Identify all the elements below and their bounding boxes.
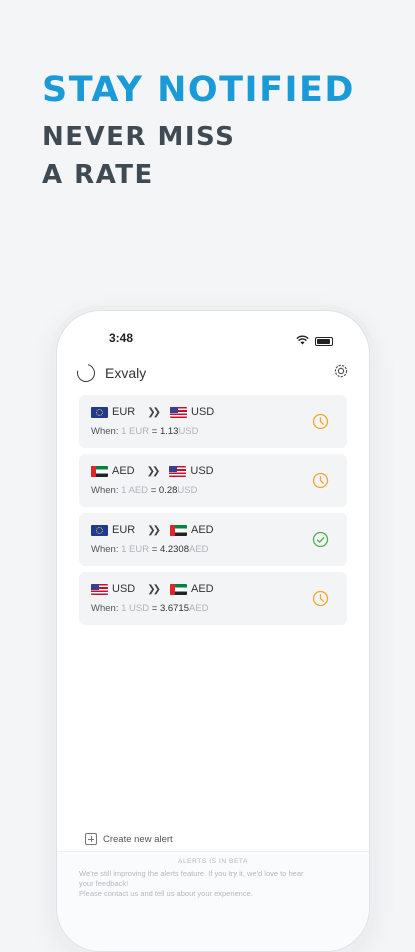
uae-flag-icon <box>91 465 108 477</box>
settings-gear-icon[interactable] <box>333 363 349 384</box>
to-currency: AED <box>191 583 214 595</box>
status-time: 3:48 <box>109 331 134 345</box>
double-chevron-right-icon: ❯❯ <box>147 583 161 595</box>
eu-flag-icon <box>91 524 108 536</box>
battery-icon <box>315 336 333 346</box>
equals-sign: = <box>151 603 158 614</box>
app-name: Exvaly <box>105 365 147 381</box>
alert-card[interactable]: EUR ❯❯ AED When: 1 EUR = 4.2308AED <box>79 513 347 566</box>
plus-icon <box>85 833 97 845</box>
double-chevron-right-icon: ❯❯ <box>146 465 161 477</box>
alert-card[interactable]: EUR ❯❯ USD When: 1 EUR = 1.13USD <box>79 395 347 448</box>
create-alert-label: Create new alert <box>103 833 173 845</box>
base-amount: 1 EUR <box>121 544 150 555</box>
us-flag-icon <box>91 583 108 595</box>
target-rate: 3.6715 <box>159 603 189 614</box>
us-flag-icon <box>170 406 187 418</box>
create-alert-button[interactable]: Create new alert <box>85 833 173 845</box>
phone-frame: 3:48 Exvaly EUR ❯❯ USD When: 1 EUR = 1.1… <box>56 310 370 952</box>
to-currency: AED <box>191 524 214 536</box>
alert-card[interactable]: USD ❯❯ AED When: 1 USD = 3.6715AED <box>79 572 347 625</box>
app-logo-icon <box>73 360 99 386</box>
alert-condition: When: 1 EUR = 4.2308AED <box>91 544 209 555</box>
app-header: Exvaly <box>73 360 349 386</box>
from-currency: EUR <box>112 406 136 418</box>
wifi-icon <box>296 332 309 350</box>
hero-subtitle-line2: A RATE <box>42 160 154 190</box>
equals-sign: = <box>151 426 158 437</box>
when-label: When: <box>91 603 119 614</box>
from-currency: EUR <box>112 524 136 536</box>
beta-line: your feedback! <box>79 879 129 888</box>
currency-pair: AED ❯❯ USD <box>91 465 214 477</box>
target-rate: 0.28 <box>158 485 178 496</box>
beta-line: We're still improving the alerts feature… <box>79 869 304 878</box>
quote-currency: AED <box>189 603 209 614</box>
uae-flag-icon <box>170 583 187 595</box>
status-icons <box>296 332 333 350</box>
alert-condition: When: 1 EUR = 1.13USD <box>91 426 199 437</box>
pending-clock-icon <box>312 590 329 612</box>
target-rate: 1.13 <box>159 426 179 437</box>
quote-currency: USD <box>177 485 198 496</box>
base-amount: 1 USD <box>121 603 150 614</box>
phone-side-button <box>51 460 54 500</box>
alert-condition: When: 1 USD = 3.6715AED <box>91 603 209 614</box>
equals-sign: = <box>151 544 158 555</box>
from-currency: USD <box>112 583 136 595</box>
when-label: When: <box>91 485 119 496</box>
currency-pair: EUR ❯❯ AED <box>91 524 214 536</box>
beta-contact-link[interactable]: Please contact us and tell us about your… <box>79 889 351 899</box>
quote-currency: USD <box>178 426 199 437</box>
uae-flag-icon <box>170 524 187 536</box>
to-currency: USD <box>191 406 215 418</box>
beta-body: We're still improving the alerts feature… <box>79 869 351 899</box>
currency-pair: EUR ❯❯ USD <box>91 406 214 418</box>
base-amount: 1 AED <box>121 485 149 496</box>
double-chevron-right-icon: ❯❯ <box>147 406 161 418</box>
target-rate: 4.2308 <box>159 544 189 555</box>
eu-flag-icon <box>91 406 108 418</box>
alert-card[interactable]: AED ❯❯ USD When: 1 AED = 0.28USD <box>79 454 347 507</box>
beta-notice: ALERTS IS IN BETA We're still improving … <box>57 851 369 951</box>
quote-currency: AED <box>189 544 209 555</box>
equals-sign: = <box>150 485 157 496</box>
base-amount: 1 EUR <box>121 426 150 437</box>
us-flag-icon <box>169 465 187 477</box>
phone-side-button <box>51 510 54 550</box>
check-circle-icon <box>312 531 329 553</box>
pending-clock-icon <box>312 472 329 494</box>
currency-pair: USD ❯❯ AED <box>91 583 214 595</box>
from-currency: AED <box>112 465 135 477</box>
alert-condition: When: 1 AED = 0.28USD <box>91 485 197 496</box>
hero-subtitle-line1: NEVER MISS <box>42 122 236 152</box>
pending-clock-icon <box>312 413 329 435</box>
double-chevron-right-icon: ❯❯ <box>147 524 161 536</box>
to-currency: USD <box>190 465 214 477</box>
when-label: When: <box>91 426 119 437</box>
beta-title: ALERTS IS IN BETA <box>178 858 248 865</box>
hero-title: STAY NOTIFIED <box>42 70 355 110</box>
alert-list: EUR ❯❯ USD When: 1 EUR = 1.13USD AED ❯❯ <box>79 395 347 631</box>
when-label: When: <box>91 544 119 555</box>
